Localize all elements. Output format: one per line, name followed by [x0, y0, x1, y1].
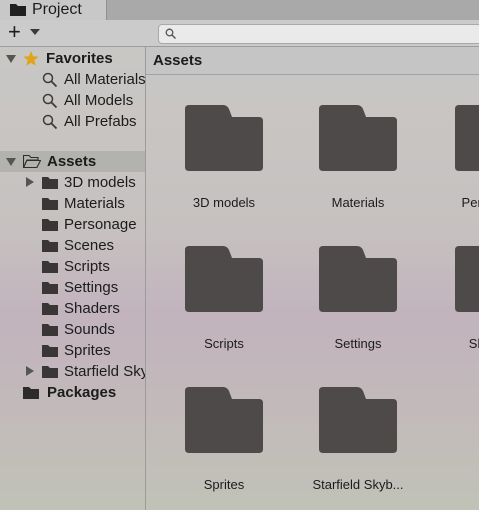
- asset-browser: Assets 3D models Materials Personage Scr…: [146, 47, 479, 510]
- star-icon: [23, 51, 39, 66]
- sidebar-item-label: Packages: [47, 384, 117, 401]
- asset-tile[interactable]: Settings: [298, 246, 418, 366]
- breadcrumb: Assets: [146, 47, 479, 75]
- asset-label: Scripts: [204, 336, 244, 351]
- tab-project[interactable]: Project: [0, 0, 107, 20]
- sidebar-item-label: Settings: [64, 279, 119, 296]
- expand-arrow-icon[interactable]: [6, 55, 16, 63]
- sidebar-item-label: Assets: [47, 153, 97, 170]
- tab-label: Project: [32, 1, 82, 18]
- sidebar-item-label: Shaders: [64, 300, 120, 317]
- asset-tile[interactable]: 3D models: [164, 105, 284, 225]
- sidebar-item-label: Materials: [64, 195, 125, 212]
- sidebar-item-label: All Prefabs: [64, 113, 137, 130]
- folder-icon: [185, 387, 263, 453]
- asset-label: Settings: [334, 336, 382, 351]
- folder-icon: [42, 345, 58, 357]
- asset-label: Materials: [331, 195, 385, 210]
- folder-icon: [42, 219, 58, 231]
- search-icon: [42, 114, 58, 130]
- asset-tile[interactable]: Starfield Skyb...: [298, 387, 418, 507]
- folder-icon: [319, 105, 397, 171]
- expand-arrow-icon[interactable]: [6, 158, 16, 166]
- folder-icon: [42, 282, 58, 294]
- asset-label: Shaders: [468, 336, 479, 351]
- search-input[interactable]: [158, 24, 479, 44]
- sidebar-item-label: Starfield Skybox: [64, 363, 146, 380]
- folder-icon: [455, 105, 479, 171]
- asset-tile[interactable]: Shaders: [432, 246, 479, 366]
- tab-bar: Project: [0, 0, 479, 20]
- page-title: Assets: [153, 52, 203, 69]
- expand-arrow-icon[interactable]: [26, 366, 34, 376]
- search-icon: [42, 93, 58, 109]
- folder-icon: [42, 366, 58, 378]
- sidebar-item-label: Scenes: [64, 237, 115, 254]
- folder-icon: [42, 303, 58, 315]
- folder-icon: [42, 240, 58, 252]
- folder-icon: [319, 246, 397, 312]
- sidebar-assets[interactable]: Assets: [0, 151, 145, 172]
- sidebar-item-label: All Models: [64, 92, 134, 109]
- folder-icon: [185, 105, 263, 171]
- sidebar-item-label: Favorites: [46, 50, 113, 67]
- asset-tile[interactable]: Sprites: [164, 387, 284, 507]
- sidebar-item-label: 3D models: [64, 174, 136, 191]
- asset-tile[interactable]: Scripts: [164, 246, 284, 366]
- asset-label: Starfield Skyb...: [312, 477, 404, 492]
- expand-arrow-icon[interactable]: [26, 177, 34, 187]
- search-icon: [42, 72, 58, 88]
- sidebar-item-label: Sounds: [64, 321, 115, 338]
- asset-label: 3D models: [192, 195, 256, 210]
- asset-label: Sprites: [203, 477, 245, 492]
- add-button[interactable]: +: [8, 21, 21, 43]
- folder-icon: [42, 198, 58, 210]
- asset-tile[interactable]: Personage: [432, 105, 479, 225]
- folder-icon: [42, 261, 58, 273]
- sidebar-item-label: Personage: [64, 216, 137, 233]
- folder-icon: [319, 387, 397, 453]
- folder-icon: [455, 246, 479, 312]
- asset-tile[interactable]: Materials: [298, 105, 418, 225]
- chevron-down-icon[interactable]: [30, 29, 40, 35]
- folder-icon: [185, 246, 263, 312]
- asset-label: Personage: [461, 195, 479, 210]
- search-icon: [165, 28, 176, 39]
- sidebar-item-label: Sprites: [64, 342, 111, 359]
- sidebar-item-label: All Materials: [64, 71, 146, 88]
- folder-icon: [23, 387, 39, 399]
- folder-icon: [10, 4, 26, 16]
- folder-icon: [42, 177, 58, 189]
- folder-open-icon: [23, 155, 41, 168]
- project-sidebar: Favorites All Materials All Models All P…: [0, 47, 146, 510]
- sidebar-item-label: Scripts: [64, 258, 110, 275]
- folder-icon: [42, 324, 58, 336]
